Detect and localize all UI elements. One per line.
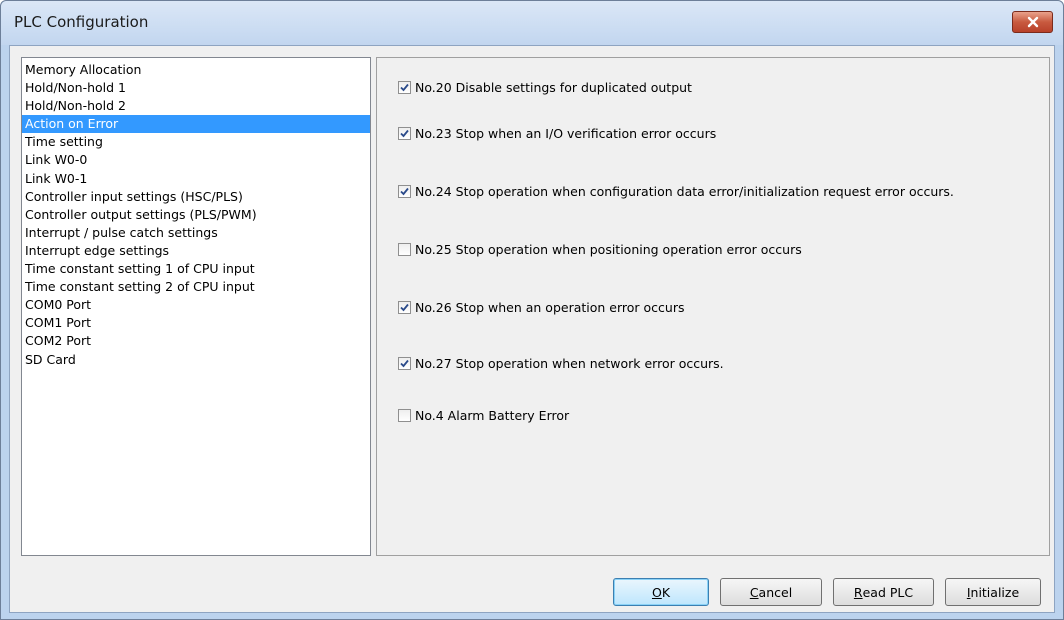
cancel-button[interactable]: Cancel — [720, 578, 822, 606]
settings-category-list[interactable]: Memory Allocation Hold/Non-hold 1 Hold/Non… — [21, 57, 371, 556]
option-checkbox[interactable] — [398, 80, 411, 94]
nav-item[interactable]: Interrupt / pulse catch settings — [22, 224, 370, 242]
option-label: No.24 Stop operation when configuration … — [415, 183, 954, 199]
option-checkbox[interactable] — [398, 300, 411, 314]
option-label: No.27 Stop operation when network error … — [415, 355, 724, 371]
nav-item[interactable]: Link W0-1 — [22, 170, 370, 188]
initialize-button[interactable]: Initialize — [945, 578, 1041, 606]
nav-item[interactable]: Link W0-0 — [22, 151, 370, 169]
nav-item[interactable]: Controller output settings (PLS/PWM) — [22, 206, 370, 224]
ok-button-mnemonic: O — [651, 584, 662, 600]
read-plc-button-label: ead PLC — [862, 584, 914, 600]
option-label: No.23 Stop when an I/O verification erro… — [415, 125, 717, 141]
option-row[interactable]: No.26 Stop when an operation error occur… — [398, 298, 685, 316]
checkmark-icon — [400, 83, 409, 91]
initialize-button-label: nitialize — [970, 584, 1020, 600]
checkmark-icon — [400, 187, 409, 195]
nav-item[interactable]: COM2 Port — [22, 332, 370, 350]
nav-item[interactable]: Time constant setting 1 of CPU input — [22, 260, 370, 278]
action-on-error-panel: No.20 Disable settings for duplicated ou… — [376, 57, 1050, 556]
option-checkbox[interactable] — [398, 184, 411, 198]
option-checkbox[interactable] — [398, 242, 411, 256]
nav-item[interactable]: Interrupt edge settings — [22, 242, 370, 260]
option-label: No.26 Stop when an operation error occur… — [415, 299, 685, 315]
option-checkbox[interactable] — [398, 356, 411, 370]
option-label: No.20 Disable settings for duplicated ou… — [415, 79, 692, 95]
read-plc-button-mnemonic: R — [853, 584, 863, 600]
read-plc-button[interactable]: Read PLC — [833, 578, 934, 606]
ok-button-label: K — [661, 584, 671, 600]
close-icon — [1027, 16, 1039, 28]
dialog-body: Memory Allocation Hold/Non-hold 1 Hold/Non… — [9, 45, 1055, 613]
nav-item[interactable]: Action on Error — [22, 115, 370, 134]
title-bar[interactable]: PLC Configuration — [1, 1, 1063, 45]
nav-item[interactable]: Hold/Non-hold 2 — [22, 97, 370, 115]
option-row[interactable]: No.24 Stop operation when configuration … — [398, 182, 954, 200]
nav-item[interactable]: SD Card — [22, 351, 370, 369]
option-row[interactable]: No.27 Stop operation when network error … — [398, 354, 724, 372]
cancel-button-mnemonic: C — [749, 584, 759, 600]
nav-item[interactable]: Hold/Non-hold 1 — [22, 79, 370, 97]
cancel-button-label: ancel — [758, 584, 793, 600]
option-row[interactable]: No.20 Disable settings for duplicated ou… — [398, 78, 692, 96]
option-checkbox[interactable] — [398, 126, 411, 140]
plc-configuration-window: PLC Configuration Memory Allocation Hold/… — [0, 0, 1064, 620]
window-title: PLC Configuration — [14, 13, 149, 31]
option-row[interactable]: No.25 Stop operation when positioning op… — [398, 240, 802, 258]
ok-button[interactable]: OK — [613, 578, 709, 606]
option-row[interactable]: No.23 Stop when an I/O verification erro… — [398, 124, 716, 142]
checkmark-icon — [400, 359, 409, 367]
option-label: No.25 Stop operation when positioning op… — [415, 241, 802, 257]
nav-item[interactable]: Time constant setting 2 of CPU input — [22, 278, 370, 296]
option-label: No.4 Alarm Battery Error — [415, 407, 570, 423]
nav-item[interactable]: COM0 Port — [22, 296, 370, 314]
nav-item[interactable]: Controller input settings (HSC/PLS) — [22, 188, 370, 206]
nav-item[interactable]: Time setting — [22, 133, 370, 151]
option-checkbox[interactable] — [398, 408, 411, 422]
close-button[interactable] — [1012, 11, 1053, 33]
checkmark-icon — [400, 129, 409, 137]
nav-item[interactable]: COM1 Port — [22, 314, 370, 332]
checkmark-icon — [400, 303, 409, 311]
nav-item[interactable]: Memory Allocation — [22, 61, 370, 79]
option-row[interactable]: No.4 Alarm Battery Error — [398, 406, 569, 424]
